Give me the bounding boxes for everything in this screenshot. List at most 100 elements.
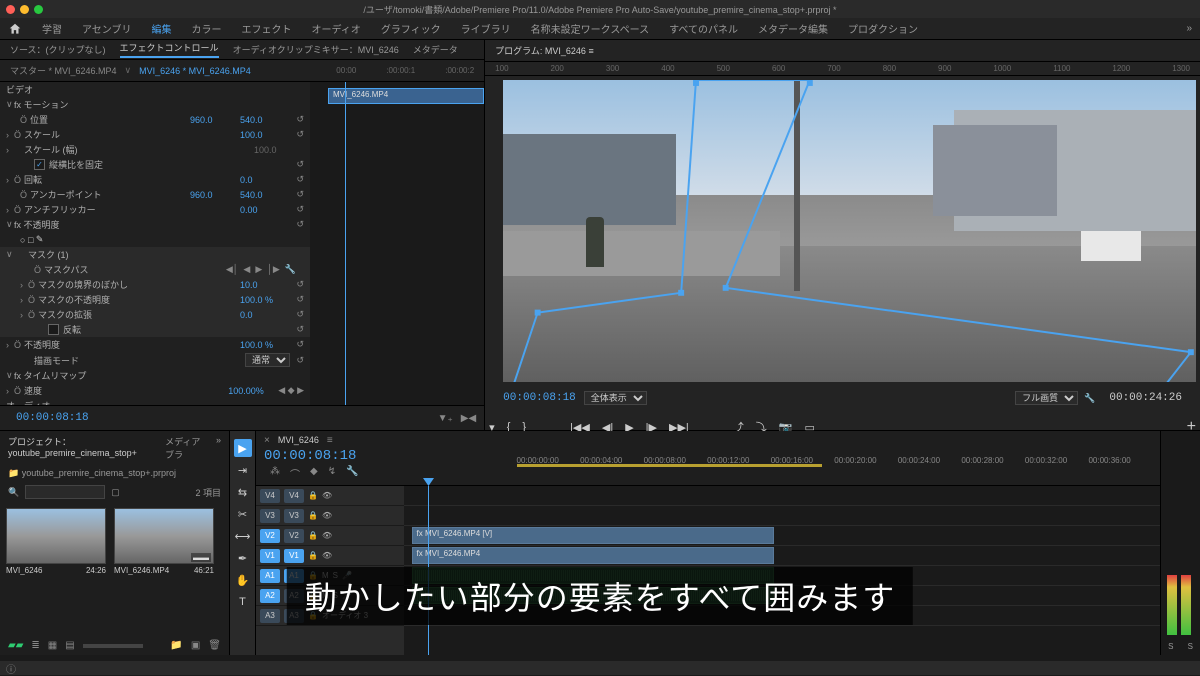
reset-icon[interactable]: ↺: [290, 339, 304, 350]
reset-icon[interactable]: ↺: [290, 294, 304, 305]
new-bin-icon[interactable]: 📁: [170, 640, 182, 651]
v2-source[interactable]: V2: [260, 529, 280, 543]
ws-item[interactable]: プロダクション: [848, 21, 918, 36]
lock-icon[interactable]: 🔒: [308, 511, 318, 520]
blend-mode-select[interactable]: 通常: [245, 353, 290, 367]
next-frame-icon[interactable]: │▶: [267, 264, 280, 275]
prev-frame-icon[interactable]: ◀: [243, 264, 250, 275]
status-info-icon[interactable]: ⓘ: [6, 661, 16, 676]
overflow-icon[interactable]: »: [216, 435, 221, 461]
v3-source[interactable]: V3: [260, 509, 280, 523]
reset-icon[interactable]: ↺: [290, 159, 304, 170]
eye-icon[interactable]: 👁: [322, 491, 332, 500]
scale-value[interactable]: 100.0: [240, 130, 290, 140]
antiflicker-value[interactable]: 0.00: [240, 205, 290, 215]
eye-icon[interactable]: 👁: [322, 531, 332, 540]
overflow-icon[interactable]: »: [1186, 23, 1192, 34]
reset-icon[interactable]: ↺: [290, 219, 304, 230]
zoom-slider[interactable]: [83, 644, 143, 648]
v1-toggle[interactable]: V1: [284, 549, 304, 563]
solo-r[interactable]: S: [1188, 642, 1193, 651]
ws-item[interactable]: カラー: [192, 21, 222, 36]
rotation-value[interactable]: 0.0: [240, 175, 290, 185]
bin-icon[interactable]: ▢: [111, 487, 120, 498]
v4-toggle[interactable]: V4: [284, 489, 304, 503]
program-tc-left[interactable]: 00:00:08:18: [495, 388, 584, 408]
mask-expand-value[interactable]: 0.0: [240, 310, 290, 320]
reset-icon[interactable]: ↺: [290, 174, 304, 185]
fit-select[interactable]: 全体表示: [584, 391, 647, 405]
icon-view-icon[interactable]: ▦: [48, 640, 57, 651]
anchor-x[interactable]: 960.0: [190, 190, 240, 200]
v4-source[interactable]: V4: [260, 489, 280, 503]
tab-metadata[interactable]: メタデータ: [413, 43, 458, 56]
mask-1[interactable]: マスク (1): [28, 248, 304, 261]
position-x[interactable]: 960.0: [190, 115, 240, 125]
ws-item[interactable]: ライブラリ: [461, 21, 511, 36]
snap-icon[interactable]: ⁂: [270, 466, 280, 481]
v2-toggle[interactable]: V2: [284, 529, 304, 543]
timeline-timecode[interactable]: 00:00:08:18: [264, 446, 359, 466]
ws-item[interactable]: 学習: [42, 21, 62, 36]
ws-item-active[interactable]: 編集: [152, 21, 172, 36]
program-monitor-view[interactable]: [503, 80, 1196, 382]
keyframe-nav[interactable]: ◀ ◆ ▶: [278, 385, 304, 396]
project-item[interactable]: MVI_624624:26: [6, 508, 106, 575]
reset-icon[interactable]: ↺: [290, 129, 304, 140]
project-search-input[interactable]: [25, 485, 105, 499]
ws-item[interactable]: すべてのパネル: [669, 21, 738, 36]
rect-mask-icon[interactable]: □: [28, 235, 33, 245]
list-view-icon[interactable]: ≣: [31, 640, 39, 651]
ws-item[interactable]: メタデータ編集: [758, 21, 828, 36]
settings-icon[interactable]: ↯: [328, 466, 336, 481]
razor-tool[interactable]: ✂: [234, 505, 252, 523]
ws-item[interactable]: アセンブリ: [82, 21, 132, 36]
project-item[interactable]: ▬▬ MVI_6246.MP446:21: [114, 508, 214, 575]
reset-icon[interactable]: ↺: [290, 309, 304, 320]
tab-audio-mixer[interactable]: オーディオクリップミキサー：MVI_6246: [233, 43, 399, 56]
tab-source[interactable]: ソース：(クリップなし): [10, 43, 106, 56]
tab-effect-controls[interactable]: エフェクトコントロール: [120, 41, 219, 58]
a3-source[interactable]: A3: [260, 609, 280, 623]
tab-media-browser[interactable]: メディアブラ: [165, 435, 206, 461]
lock-icon[interactable]: 🔒: [308, 551, 318, 560]
mask-feather-value[interactable]: 10.0: [240, 280, 290, 290]
eye-icon[interactable]: 👁: [322, 511, 332, 520]
reset-icon[interactable]: ↺: [290, 114, 304, 125]
eye-icon[interactable]: 👁: [322, 551, 332, 560]
pen-mask-icon[interactable]: ✎: [36, 234, 44, 245]
pen-tool[interactable]: ✒: [234, 549, 252, 567]
tab-project[interactable]: プロジェクト：youtube_premire_cinema_stop+: [8, 435, 155, 461]
type-tool[interactable]: T: [234, 593, 252, 611]
opacity-value[interactable]: 100.0 %: [240, 340, 290, 350]
a2-source[interactable]: A2: [260, 589, 280, 603]
trash-icon[interactable]: 🗑: [208, 640, 221, 651]
minimize-window-button[interactable]: [20, 5, 29, 14]
speed-value[interactable]: 100.00%: [228, 386, 278, 396]
timeline-ruler[interactable]: 00:00:00:00 00:00:04:00 00:00:08:00 00:0…: [517, 449, 1152, 467]
reset-icon[interactable]: ↺: [290, 279, 304, 290]
marker-icon[interactable]: ◆: [310, 466, 318, 481]
maximize-window-button[interactable]: [34, 5, 43, 14]
wrench-icon[interactable]: 🔧: [1084, 393, 1095, 404]
fx-opacity[interactable]: 不透明度: [24, 220, 60, 230]
solo-l[interactable]: S: [1168, 642, 1173, 651]
freeform-view-icon[interactable]: ▤: [65, 640, 74, 651]
ec-playhead[interactable]: [345, 82, 346, 405]
reset-icon[interactable]: ↺: [290, 189, 304, 200]
ripple-edit-tool[interactable]: ⇆: [234, 483, 252, 501]
ws-item[interactable]: エフェクト: [242, 21, 292, 36]
wrench-icon[interactable]: 🔧: [285, 264, 296, 275]
reset-icon[interactable]: ↺: [290, 324, 304, 335]
sequence-name[interactable]: MVI_6246: [278, 435, 319, 445]
home-icon[interactable]: [8, 22, 22, 36]
v1-source[interactable]: V1: [260, 549, 280, 563]
anchor-y[interactable]: 540.0: [240, 190, 290, 200]
track-back-icon[interactable]: ◀│: [226, 264, 239, 275]
slip-tool[interactable]: ⟷: [234, 527, 252, 545]
mask-opacity-value[interactable]: 100.0 %: [240, 295, 290, 305]
ellipse-mask-icon[interactable]: ○: [20, 235, 25, 245]
play-icon[interactable]: ▶: [255, 264, 262, 275]
reset-icon[interactable]: ↺: [290, 204, 304, 215]
a1-source[interactable]: A1: [260, 569, 280, 583]
